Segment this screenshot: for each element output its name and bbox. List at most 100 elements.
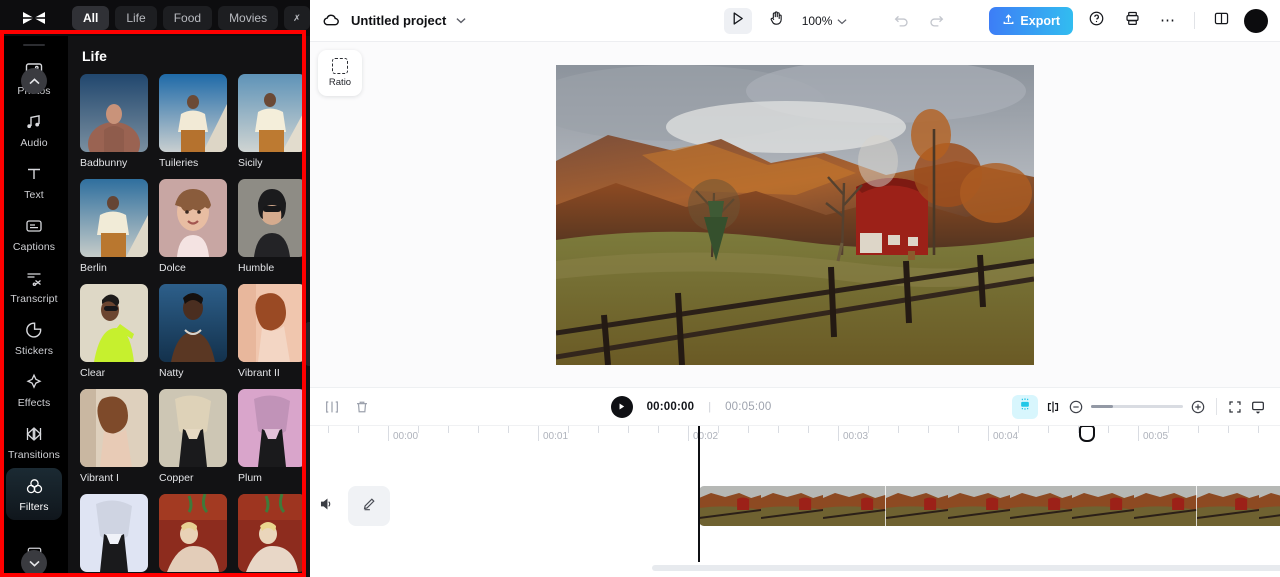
sidebar-label-transitions: Transitions: [7, 449, 61, 461]
list-item[interactable]: Urbanoid: [80, 494, 148, 577]
clip-frame: [1196, 486, 1259, 526]
upload-icon: [1002, 13, 1015, 29]
ratio-label: Ratio: [328, 77, 352, 88]
library-category-tabs: All Life Food Movies ✗: [68, 6, 310, 30]
list-item[interactable]: Berlin: [80, 179, 148, 274]
export-button[interactable]: Export: [989, 6, 1073, 35]
help-button[interactable]: [1083, 8, 1109, 34]
more-options-button[interactable]: ⋯: [1155, 8, 1181, 34]
list-item[interactable]: Dolce: [159, 179, 227, 274]
ruler-label: 00:00: [393, 431, 419, 442]
library-grid: Badbunny Tuileries Sicily Berlin Dolce H…: [80, 74, 306, 577]
app-logo[interactable]: [0, 10, 68, 26]
list-item[interactable]: Sicily: [238, 74, 306, 169]
zoom-level-selector[interactable]: 100%: [802, 14, 848, 28]
list-item-label: Badbunny: [80, 157, 128, 169]
ratio-button[interactable]: Ratio: [318, 50, 362, 96]
sidebar-item-captions[interactable]: Captions: [6, 208, 62, 260]
panel-resize-handle[interactable]: [305, 322, 310, 366]
list-item-label: Tuileries: [159, 157, 199, 169]
tab-movies[interactable]: Movies: [218, 6, 279, 30]
play-icon: [617, 398, 626, 416]
list-item-label: Dolce: [159, 262, 186, 274]
split-icon[interactable]: [324, 399, 340, 415]
list-item-label: Humble: [238, 262, 275, 274]
thumbnail-natty: [159, 284, 227, 362]
fullscreen-icon[interactable]: [1227, 399, 1243, 415]
transcript-icon: [23, 267, 45, 289]
list-item[interactable]: Life II: [238, 494, 306, 577]
layout-toggle-button[interactable]: [1208, 8, 1234, 34]
list-item[interactable]: Badbunny: [80, 74, 148, 169]
sidebar-scroll-down-chevron-down-icon[interactable]: [21, 550, 47, 576]
sidebar-label-filters: Filters: [19, 501, 49, 513]
timeline[interactable]: 00:00 00:01 00:02 00:03 00:04 00:05: [310, 425, 1280, 577]
list-item[interactable]: Copper: [159, 389, 227, 484]
zoom-in-icon[interactable]: [1190, 399, 1206, 415]
sidebar-item-filters[interactable]: Filters: [6, 468, 62, 520]
split-clip-icon[interactable]: [1045, 399, 1061, 415]
ruler-label: 00:02: [693, 431, 719, 442]
library-sidebar: All Life Food Movies ✗ Audio Text Captio…: [0, 0, 310, 577]
sidebar-item-stickers[interactable]: Stickers: [6, 312, 62, 364]
zoom-out-icon[interactable]: [1068, 399, 1084, 415]
playhead-handle[interactable]: [1079, 426, 1095, 442]
timeline-ruler[interactable]: 00:00 00:01 00:02 00:03 00:04 00:05: [310, 426, 1280, 448]
timeline-horizontal-scrollbar[interactable]: [652, 565, 1280, 571]
select-tool-button[interactable]: [723, 7, 752, 34]
playhead[interactable]: [698, 426, 1095, 562]
thumbnail-clear: [80, 284, 148, 362]
list-item[interactable]: Clear: [80, 284, 148, 379]
top-header: Untitled project 100% Export ⋯: [310, 0, 1280, 42]
timeline-track[interactable]: [310, 482, 1280, 530]
cloud-icon[interactable]: [322, 11, 341, 30]
thumbnail-berlin: [80, 179, 148, 257]
sidebar-item-transcript[interactable]: Transcript: [6, 260, 62, 312]
play-button[interactable]: [610, 395, 633, 418]
list-item-label: Vibrant II: [238, 367, 280, 379]
hand-tool-button[interactable]: [762, 8, 790, 34]
sidebar-label-effects: Effects: [17, 397, 51, 409]
list-item[interactable]: Tuileries: [159, 74, 227, 169]
video-preview[interactable]: [556, 64, 1034, 365]
list-item[interactable]: Humble: [238, 179, 306, 274]
ruler-label: 00:01: [543, 431, 569, 442]
sidebar-item-transitions[interactable]: Transitions: [6, 416, 62, 468]
tool-rail: Photos Audio: [0, 36, 68, 577]
video-clip[interactable]: [699, 486, 1280, 526]
time-separator: |: [708, 400, 712, 413]
clip-frame: [885, 486, 948, 526]
clip-frame: [1009, 486, 1073, 526]
list-item[interactable]: Life I: [159, 494, 227, 577]
redo-icon[interactable]: [928, 12, 945, 29]
tab-food[interactable]: Food: [162, 6, 213, 30]
print-button[interactable]: [1119, 8, 1145, 34]
tab-life[interactable]: Life: [115, 6, 157, 30]
magnetic-button[interactable]: [1012, 394, 1038, 419]
edit-track-button[interactable]: [348, 486, 390, 526]
clip-frame: [1072, 486, 1135, 526]
sidebar-item-audio[interactable]: Audio: [6, 104, 62, 156]
speaker-icon[interactable]: [318, 496, 334, 517]
timeline-toolbar: 00:00:00 | 00:05:00: [310, 387, 1280, 425]
sidebar-item-effects[interactable]: Effects: [6, 364, 62, 416]
list-item-label: Plum: [238, 472, 262, 484]
list-item[interactable]: Vibrant II: [238, 284, 306, 379]
monitor-icon[interactable]: [1250, 399, 1266, 415]
sidebar-label-stickers: Stickers: [14, 345, 54, 357]
project-chevron-down-icon[interactable]: [456, 17, 466, 24]
rail-divider: [23, 44, 45, 46]
project-title[interactable]: Untitled project: [351, 13, 446, 28]
list-item[interactable]: Plum: [238, 389, 306, 484]
list-item[interactable]: Vibrant I: [80, 389, 148, 484]
sidebar-scroll-up-chevron-up-icon[interactable]: [21, 68, 47, 94]
tabs-more-chevron-down-icon[interactable]: ✗: [284, 6, 310, 30]
sidebar-item-text[interactable]: Text: [6, 156, 62, 208]
trash-icon[interactable]: [354, 399, 370, 415]
tab-all[interactable]: All: [72, 6, 110, 30]
ruler-label: 00:03: [843, 431, 869, 442]
undo-icon[interactable]: [893, 12, 910, 29]
list-item[interactable]: Natty: [159, 284, 227, 379]
avatar[interactable]: [1244, 8, 1268, 33]
zoom-slider[interactable]: [1091, 405, 1183, 408]
